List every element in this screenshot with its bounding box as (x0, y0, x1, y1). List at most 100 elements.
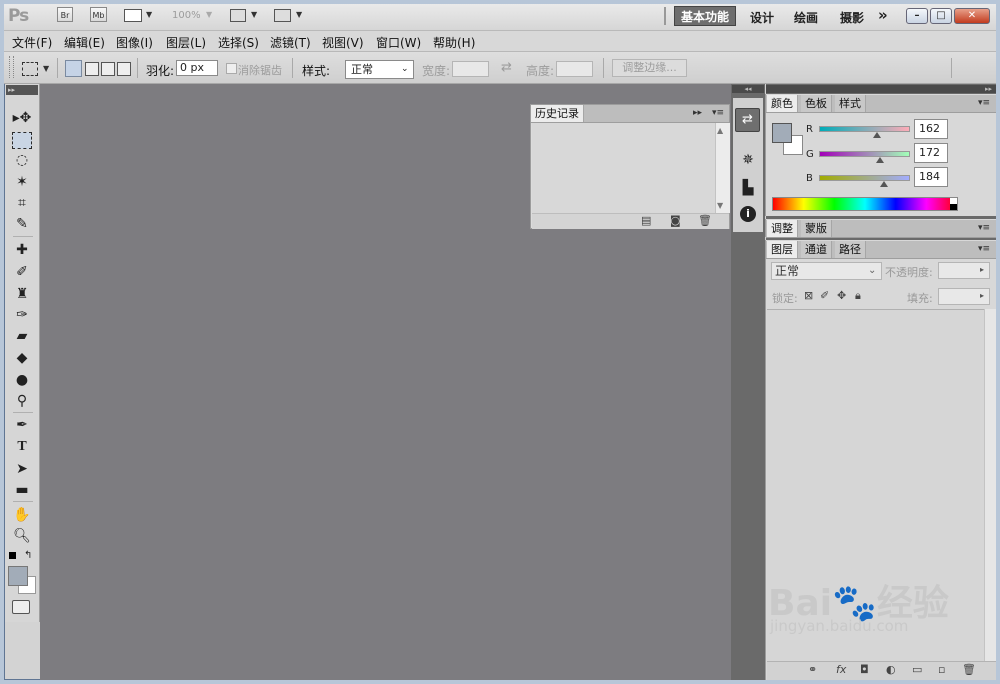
options-grip[interactable] (9, 56, 14, 78)
new-selection-icon[interactable] (65, 60, 82, 77)
type-tool-icon[interactable]: T (5, 437, 39, 457)
swap-icon[interactable]: ⇄ (501, 60, 512, 75)
subtract-from-selection-icon[interactable] (101, 62, 115, 76)
trash-icon[interactable]: 🗑︎ (698, 214, 712, 227)
arrange-documents-icon[interactable] (230, 9, 246, 22)
new-document-from-state-icon[interactable]: ▤ (641, 214, 651, 227)
history-panel-menu-icon[interactable]: ▾≡ (712, 108, 724, 118)
pen-tool-icon[interactable]: ✒ (5, 415, 39, 435)
rectangular-marquee-tool-icon[interactable] (5, 130, 39, 150)
screen-mode-chevron-down-icon[interactable]: ▼ (296, 10, 302, 19)
history-brush-tool-icon[interactable]: ✑ (5, 305, 39, 325)
maximize-icon[interactable]: □ (930, 8, 952, 24)
info-dock-icon[interactable]: i (740, 206, 756, 222)
tab-swatches[interactable]: 色板 (801, 95, 832, 112)
dodge-tool-icon[interactable]: ⚲ (5, 391, 39, 411)
delete-layer-trash-icon[interactable]: 🗑︎ (962, 663, 976, 676)
scroll-down-icon[interactable]: ▼ (717, 201, 723, 210)
red-slider-thumb[interactable] (873, 132, 881, 138)
eraser-tool-icon[interactable]: ▰ (5, 326, 39, 346)
navigator-dock-icon[interactable]: ✵ (738, 150, 758, 170)
zoom-level[interactable]: 100% (172, 10, 201, 21)
eyedropper-tool-icon[interactable]: ✎ (5, 214, 39, 234)
quick-selection-tool-icon[interactable]: ✶ (5, 172, 39, 192)
toolbox-collapse-icon[interactable]: ▸▸ (6, 85, 38, 95)
blend-mode-select[interactable]: 正常 ⌄ (771, 262, 882, 280)
bridge-button[interactable]: Br (57, 7, 73, 22)
swap-colors-icon[interactable]: ↰ (24, 550, 32, 561)
lock-all-icon[interactable]: 🔒︎ (855, 289, 861, 303)
color-fg-swatch[interactable] (772, 123, 792, 143)
spot-healing-tool-icon[interactable]: ✚ (5, 240, 39, 260)
spectrum-black-swatch[interactable] (950, 204, 957, 210)
menu-image[interactable]: 图像(I) (116, 34, 153, 51)
tab-styles[interactable]: 样式 (835, 95, 866, 112)
green-value[interactable]: 172 (914, 143, 948, 163)
menu-edit[interactable]: 编辑(E) (64, 34, 105, 51)
width-input[interactable] (452, 61, 489, 77)
tab-layers[interactable]: 图层 (767, 241, 798, 258)
view-extras-icon[interactable] (124, 9, 142, 22)
history-scrollbar[interactable] (715, 123, 730, 213)
hand-tool-icon[interactable]: ✋ (5, 505, 39, 525)
blue-value[interactable]: 184 (914, 167, 948, 187)
new-layer-icon[interactable]: ▫ (938, 663, 945, 676)
add-mask-icon[interactable]: ◘ (860, 663, 869, 676)
workspace-design[interactable]: 设计 (750, 9, 774, 26)
new-group-icon[interactable]: ▭ (912, 663, 922, 676)
workspace-photography[interactable]: 摄影 (840, 9, 864, 26)
paint-bucket-tool-icon[interactable]: ◆ (5, 348, 39, 368)
red-value[interactable]: 162 (914, 119, 948, 139)
lock-position-icon[interactable]: ✥ (837, 289, 846, 302)
menu-layer[interactable]: 图层(L) (166, 34, 206, 51)
tab-adjustments[interactable]: 调整 (767, 220, 798, 237)
workspace-essentials[interactable]: 基本功能 (674, 6, 736, 26)
arrange-chevron-down-icon[interactable]: ▼ (251, 10, 257, 19)
mini-bridge-button[interactable]: Mb (90, 7, 107, 22)
blue-slider-thumb[interactable] (880, 181, 888, 187)
tab-masks[interactable]: 蒙版 (801, 220, 832, 237)
fill-input[interactable]: ▸ (938, 288, 990, 305)
green-slider[interactable] (819, 151, 910, 157)
close-icon[interactable]: ✕ (954, 8, 990, 24)
style-select[interactable]: 正常 ⌄ (345, 60, 414, 79)
marquee-preset-icon[interactable] (22, 62, 38, 76)
add-to-selection-icon[interactable] (85, 62, 99, 76)
blur-tool-icon[interactable]: ● (5, 370, 39, 390)
menu-help[interactable]: 帮助(H) (433, 34, 475, 51)
clone-stamp-tool-icon[interactable]: ♜ (5, 284, 39, 304)
tab-history[interactable]: 历史记录 (531, 105, 584, 122)
tab-color[interactable]: 颜色 (767, 95, 798, 112)
lock-transparent-icon[interactable]: ⊠ (804, 289, 813, 302)
new-snapshot-icon[interactable]: ◙ (670, 214, 681, 227)
tab-paths[interactable]: 路径 (835, 241, 866, 258)
history-list[interactable] (532, 123, 715, 213)
lock-pixels-icon[interactable]: ✐ (820, 289, 829, 302)
green-slider-thumb[interactable] (876, 157, 884, 163)
tab-channels[interactable]: 通道 (801, 241, 832, 258)
color-panel-menu-icon[interactable]: ▾≡ (978, 98, 990, 108)
adjustment-layer-icon[interactable]: ◐ (886, 663, 896, 676)
history-dock-icon[interactable]: ⇄ (735, 108, 760, 132)
move-tool-icon[interactable]: ▸✥ (5, 108, 39, 128)
feather-input[interactable]: 0 px (176, 60, 218, 76)
intersect-selection-icon[interactable] (117, 62, 131, 76)
histogram-dock-icon[interactable]: ▙ (738, 178, 758, 198)
layers-scrollbar[interactable] (984, 309, 996, 661)
dock-collapse-icon[interactable]: ◂◂ (732, 85, 764, 93)
path-selection-tool-icon[interactable]: ➤ (5, 459, 39, 479)
opacity-input[interactable]: ▸ (938, 262, 990, 279)
adjustments-panel-menu-icon[interactable]: ▾≡ (978, 223, 990, 233)
brush-tool-icon[interactable]: ✐ (5, 262, 39, 282)
workspace-painting[interactable]: 绘画 (794, 9, 818, 26)
red-slider[interactable] (819, 126, 910, 132)
history-collapse-icon[interactable]: ▸▸ (693, 108, 702, 118)
menu-file[interactable]: 文件(F) (12, 34, 52, 51)
quick-mask-icon[interactable] (12, 600, 30, 614)
menu-filter[interactable]: 滤镜(T) (270, 34, 311, 51)
blue-slider[interactable] (819, 175, 910, 181)
minimize-icon[interactable]: – (906, 8, 928, 24)
screen-mode-icon[interactable] (274, 9, 291, 22)
right-dock-collapse-icon[interactable]: ▸▸ (766, 85, 996, 93)
default-colors-icon[interactable] (9, 552, 16, 559)
